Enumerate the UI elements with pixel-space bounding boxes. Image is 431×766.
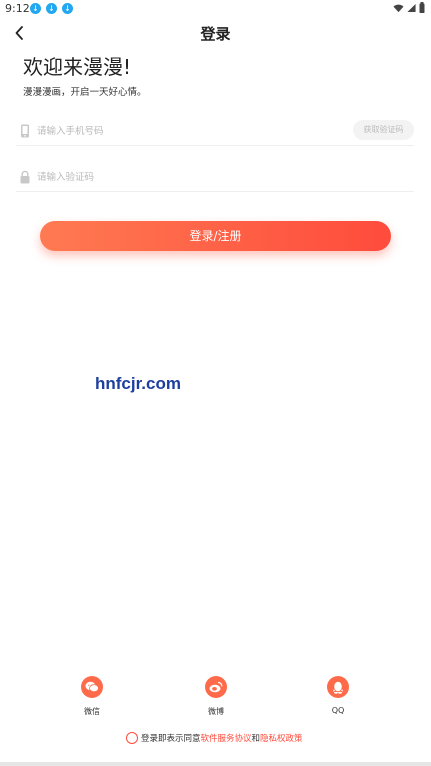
welcome-subtitle: 漫漫漫画，开启一天好心情。 (23, 87, 147, 98)
agreement-joiner: 和 (251, 733, 261, 744)
wechat-button[interactable] (81, 676, 103, 698)
agree-checkbox[interactable] (126, 731, 138, 744)
qq-label: QQ (331, 706, 345, 715)
qq-button[interactable] (327, 676, 349, 698)
download-notification-icon: ↓ (46, 3, 57, 14)
weibo-label: 微博 (208, 707, 224, 716)
get-code-button[interactable]: 获取验证码 (353, 120, 414, 140)
weibo-login[interactable]: 微博 (186, 676, 246, 717)
back-button[interactable] (10, 22, 30, 44)
phone-field: 获取验证码 (16, 116, 414, 146)
qq-login[interactable]: QQ (308, 676, 368, 715)
code-field (16, 162, 414, 192)
privacy-link[interactable]: 隐私权政策 (260, 732, 303, 744)
qq-icon (332, 681, 344, 694)
chevron-left-icon (15, 26, 23, 40)
wifi-icon (393, 4, 404, 12)
download-notification-icon: ↓ (30, 3, 41, 14)
weibo-button[interactable] (205, 676, 227, 698)
terms-link[interactable]: 软件服务协议 (201, 732, 252, 744)
battery-icon (419, 2, 425, 13)
nav-bar: 登录 (0, 20, 431, 46)
wechat-login[interactable]: 微信 (62, 676, 122, 717)
phone-icon (21, 124, 29, 138)
agreement-prefix: 登录即表示同意 (141, 733, 201, 744)
lock-icon (20, 170, 30, 184)
watermark: hnfcjr.com (95, 374, 181, 393)
signal-icon (407, 3, 416, 12)
status-bar: 9:12 ↓ ↓ ↓ (0, 0, 431, 18)
agreement: 登录即表示同意 软件服务协议 和 隐私权政策 (126, 731, 303, 744)
status-icons (393, 2, 425, 13)
phone-input[interactable] (37, 122, 337, 140)
download-notification-icon: ↓ (62, 3, 73, 14)
bottom-bar (0, 762, 431, 766)
welcome-title: 欢迎来漫漫! (23, 55, 132, 79)
code-input[interactable] (37, 168, 337, 186)
status-time: 9:12 (5, 2, 30, 15)
wechat-label: 微信 (84, 707, 100, 716)
login-register-button[interactable]: 登录/注册 (40, 221, 391, 251)
page-title: 登录 (200, 25, 231, 43)
weibo-icon (209, 681, 223, 693)
wechat-icon (85, 681, 99, 693)
